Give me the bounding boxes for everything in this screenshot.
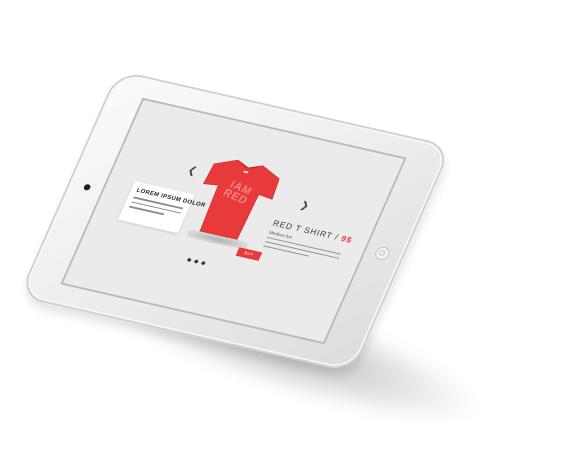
pager-dot[interactable]	[200, 261, 206, 266]
pager-dot[interactable]	[193, 259, 199, 264]
stage: ❮ ❯ IAM RED LOREM IPSUM DOLOR RED T SHIR…	[0, 0, 588, 460]
product-price: 9$	[339, 233, 354, 245]
chevron-right-icon[interactable]: ❯	[298, 200, 311, 212]
product-description	[262, 236, 342, 266]
buy-button[interactable]: BUY	[235, 247, 263, 261]
pager-dots	[186, 257, 215, 269]
pager-dot[interactable]	[186, 257, 192, 262]
chevron-left-icon[interactable]: ❮	[186, 165, 199, 177]
